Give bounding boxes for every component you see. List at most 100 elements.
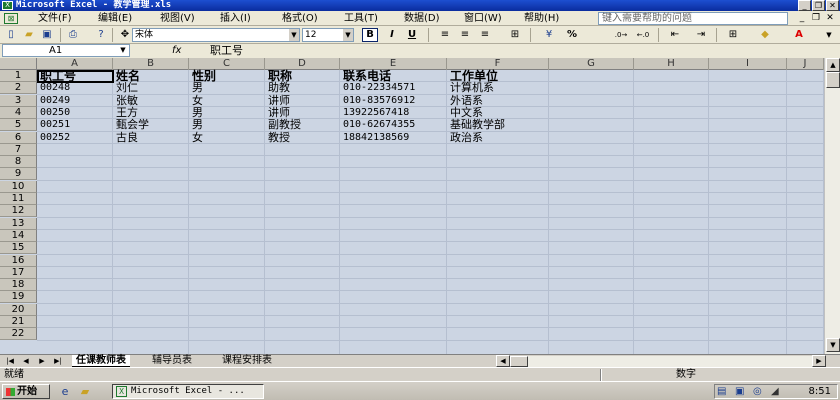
restore-button[interactable]: ❐	[812, 0, 825, 11]
font-size-select[interactable]: 12 ▼	[302, 28, 354, 42]
row-header[interactable]: 13	[0, 217, 37, 230]
select-all-corner[interactable]	[0, 58, 37, 70]
save-icon[interactable]: ▣	[40, 28, 54, 42]
horizontal-scrollbar[interactable]: ◀ ▶	[496, 355, 826, 367]
row-header[interactable]: 9	[0, 168, 37, 181]
formula-input[interactable]: 职工号	[198, 44, 840, 57]
underline-button[interactable]: U	[404, 28, 420, 42]
table-cell[interactable]: 基础教学部	[448, 119, 505, 131]
table-cell[interactable]: 讲师	[266, 94, 290, 107]
volume-icon[interactable]: ◢	[771, 385, 779, 398]
scroll-left-icon[interactable]: ◀	[496, 355, 510, 367]
italic-button[interactable]: I	[384, 28, 400, 42]
table-cell[interactable]: 张敏	[114, 94, 138, 107]
header-cell[interactable]: 联系电话	[341, 70, 391, 82]
row-header[interactable]: 1	[0, 70, 37, 82]
sync-icon[interactable]: ◎	[753, 385, 762, 398]
font-color-icon[interactable]: A	[792, 28, 806, 42]
chevron-down-icon[interactable]: ▼	[343, 29, 353, 41]
table-cell[interactable]: 计算机系	[448, 82, 494, 94]
table-cell[interactable]: 女	[190, 94, 203, 107]
table-cell[interactable]: 女	[190, 131, 203, 144]
scroll-thumb[interactable]	[826, 72, 840, 88]
doc-restore-button[interactable]: ❐	[810, 12, 822, 24]
row-header[interactable]: 4	[0, 106, 37, 119]
menu-window[interactable]: 窗口(W)	[462, 12, 504, 25]
table-cell[interactable]: 男	[190, 106, 203, 119]
row-header[interactable]: 11	[0, 193, 37, 205]
scroll-up-icon[interactable]: ▲	[826, 58, 840, 72]
last-sheet-icon[interactable]: ▶|	[52, 356, 64, 367]
row-header[interactable]: 7	[0, 143, 37, 156]
column-header[interactable]: J	[787, 58, 824, 70]
decrease-indent-icon[interactable]: ⇤	[668, 28, 682, 42]
menu-help[interactable]: 帮助(H)	[522, 12, 561, 25]
row-header[interactable]: 5	[0, 119, 37, 132]
chevron-down-icon[interactable]: ▼	[289, 29, 299, 41]
align-center-icon[interactable]: ≡	[458, 28, 472, 42]
print-icon[interactable]: ⎙	[66, 28, 80, 42]
display-icon[interactable]: ▣	[735, 385, 744, 398]
row-header[interactable]: 21	[0, 316, 37, 328]
row-header[interactable]: 16	[0, 254, 37, 267]
table-cell[interactable]: 男	[190, 82, 203, 94]
menu-view[interactable]: 视图(V)	[158, 12, 197, 25]
row-header[interactable]: 18	[0, 279, 37, 292]
column-header[interactable]: G	[549, 58, 634, 70]
new-document-icon[interactable]: ▯	[4, 28, 18, 42]
fill-color-icon[interactable]: ◆	[758, 28, 772, 42]
row-header[interactable]: 15	[0, 242, 37, 255]
next-sheet-icon[interactable]: ▶	[36, 356, 48, 367]
menu-format[interactable]: 格式(O)	[280, 12, 320, 25]
increase-decimal-icon[interactable]: .0→	[614, 28, 628, 42]
align-left-icon[interactable]: ≡	[438, 28, 452, 42]
first-sheet-icon[interactable]: |◀	[4, 356, 16, 367]
prev-sheet-icon[interactable]: ◀	[20, 356, 32, 367]
bold-button[interactable]: B	[362, 28, 378, 42]
merge-center-icon[interactable]: ⊞	[508, 28, 522, 42]
excel-app-icon[interactable]: X	[2, 1, 13, 10]
table-cell[interactable]: 13922567418	[341, 107, 409, 119]
row-header[interactable]: 20	[0, 303, 37, 316]
header-cell[interactable]: 性别	[190, 70, 216, 82]
table-cell[interactable]: 00248	[38, 82, 70, 94]
workbook-icon[interactable]: ⊠	[4, 13, 18, 24]
tab-sheet-3[interactable]: 课程安排表	[218, 355, 276, 367]
tab-sheet-2[interactable]: 辅导员表	[148, 355, 196, 367]
borders-icon[interactable]: ⊞	[726, 28, 740, 42]
taskbar-excel-button[interactable]: X Microsoft Excel - ...	[112, 384, 264, 399]
name-box[interactable]: A1	[2, 44, 130, 57]
row-header[interactable]: 10	[0, 180, 37, 193]
row-header[interactable]: 17	[0, 266, 37, 279]
row-header[interactable]: 3	[0, 94, 37, 107]
row-header[interactable]: 14	[0, 229, 37, 242]
row-header[interactable]: 12	[0, 205, 37, 218]
increase-indent-icon[interactable]: ⇥	[694, 28, 708, 42]
table-cell[interactable]: 政治系	[448, 131, 483, 144]
toolbar-options-icon[interactable]: ▼	[822, 28, 836, 42]
table-cell[interactable]: 教授	[266, 131, 290, 144]
table-cell[interactable]: 刘仁	[114, 82, 138, 94]
table-cell[interactable]: 男	[190, 119, 203, 131]
table-cell[interactable]: 甄会学	[114, 119, 149, 131]
menu-file[interactable]: 文件(F)	[36, 12, 74, 25]
scroll-down-icon[interactable]: ▼	[826, 338, 840, 352]
table-cell[interactable]: 00252	[38, 132, 70, 144]
table-cell[interactable]: 18842138569	[341, 132, 409, 144]
row-header[interactable]: 6	[0, 131, 37, 144]
font-name-select[interactable]: 宋体 ▼	[132, 28, 300, 42]
table-cell[interactable]: 00250	[38, 107, 70, 119]
open-folder-icon[interactable]: ▰	[22, 28, 36, 42]
hscroll-thumb[interactable]	[510, 356, 528, 367]
menu-data[interactable]: 数据(D)	[402, 12, 442, 25]
percent-button[interactable]: %	[564, 28, 580, 42]
show-desktop-icon[interactable]: ▰	[78, 385, 92, 398]
doc-minimize-button[interactable]: _	[796, 12, 808, 24]
menu-edit[interactable]: 编辑(E)	[96, 12, 134, 25]
header-cell[interactable]: 姓名	[114, 70, 140, 82]
doc-close-button[interactable]: ✕	[824, 12, 836, 24]
row-header[interactable]: 2	[0, 82, 37, 95]
table-cell[interactable]: 010-22334571	[341, 82, 415, 94]
currency-icon[interactable]: ¥	[542, 28, 556, 42]
table-cell[interactable]: 古良	[114, 131, 138, 144]
